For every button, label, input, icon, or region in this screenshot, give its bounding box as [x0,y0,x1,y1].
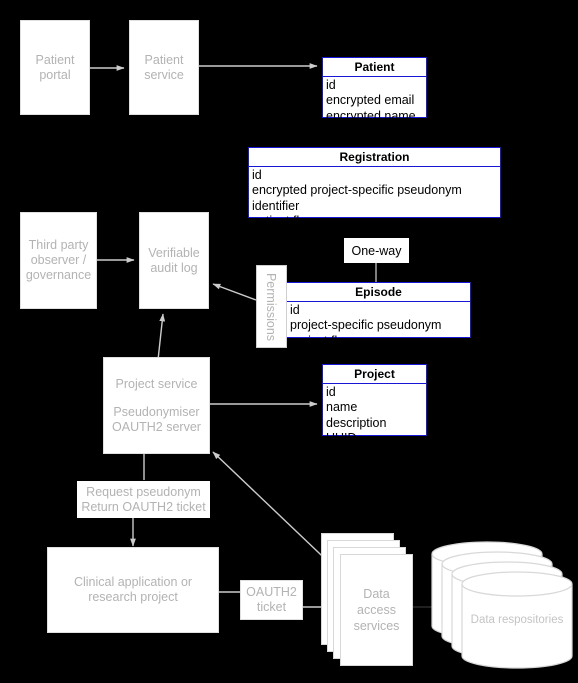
oauth2-ticket-line2: ticket [256,600,287,614]
entity-episode[interactable]: Episode id project-specific pseudonym pr… [286,282,471,348]
project-service-box[interactable]: Project service Pseudonymiser OAUTH2 ser… [103,357,210,454]
data-access-line2: access [357,603,396,617]
permissions-label: Permissions [256,265,287,348]
third-party-observer-box[interactable]: Third party observer / governance [20,212,97,309]
audit-log-line2: audit log [150,260,198,275]
patient-service-box[interactable]: Patient service [129,20,199,115]
data-access-line3: services [353,619,400,633]
entity-registration-title: Registration [249,148,500,167]
patient-service-line2: service [144,67,184,82]
arrow-projectservice-to-auditlog [157,313,166,361]
patient-service-line1: Patient [144,52,184,67]
entity-registration-attr-0: id [252,168,262,182]
one-way-label: One-way [344,238,409,263]
data-access-services-label: Data access services [354,586,400,634]
third-party-line2: observer / [30,253,87,267]
project-service-line2: Pseudonymiser [113,404,200,419]
clinical-application-box[interactable]: Clinical application or research project [47,547,219,633]
entity-registration-attr-3: patient fk [252,214,303,229]
entity-registration-attr-1: encrypted project-specific pseudonym [252,183,462,198]
request-pseudonym-line1: Request pseudonym [86,484,201,499]
entity-episode-attr-0: id [290,303,300,317]
patient-portal-line2: portal [39,67,71,82]
entity-patient-attr-2: encrypted name [326,108,416,123]
entity-patient-attributes: id encrypted email encrypted name [323,77,426,126]
entity-episode-attributes: id project-specific pseudonym project fk [287,302,470,351]
oauth2-ticket-line1: OAUTH2 [246,585,297,599]
clinical-app-line2: research project [88,590,178,604]
entity-project-attr-0: id [326,385,336,399]
permissions-text: Permissions [264,272,279,341]
entity-patient-attr-1: encrypted email [326,93,415,108]
arrow-permissions-to-auditlog [212,283,257,301]
patient-portal-line1: Patient [35,52,75,67]
request-pseudonym-box[interactable]: Request pseudonym Return OAUTH2 ticket [77,481,210,518]
audit-log-line1: Verifiable [148,245,200,260]
request-pseudonym-line2: Return OAUTH2 ticket [81,499,206,514]
entity-patient-attr-0: id [326,78,336,92]
clinical-app-line1: Clinical application or [73,575,193,589]
patient-portal-box[interactable]: Patient portal [20,20,90,115]
entity-patient-title: Patient [323,58,426,77]
entity-project-attributes: id name description UUID [323,384,426,449]
data-access-line1: Data [363,587,390,601]
project-service-line3: OAUTH2 server [112,419,201,434]
entity-project-attr-1: name [326,400,358,415]
entity-episode-attr-1: project-specific pseudonym [290,318,442,333]
entity-registration-attributes: id encrypted project-specific pseudonym … [249,167,500,232]
data-access-services-box[interactable]: Data access services [340,554,413,666]
entity-registration-attr-2: identifier [252,198,300,213]
oauth2-ticket-box[interactable]: OAUTH2 ticket [240,580,303,620]
third-party-line3: governance [25,268,92,282]
one-way-text: One-way [351,243,402,258]
entity-episode-attr-2: project fk [290,333,341,348]
entity-project[interactable]: Project id name description UUID [322,364,427,445]
entity-patient[interactable]: Patient id encrypted email encrypted nam… [322,57,427,123]
project-service-line1: Project service [115,376,198,391]
data-repositories-box[interactable]: Data respositories [461,571,573,669]
entity-project-title: Project [323,365,426,384]
data-repositories-label: Data respositories [470,614,564,626]
verifiable-audit-log-box[interactable]: Verifiable audit log [139,212,209,309]
entity-project-attr-2: description [326,415,387,430]
entity-registration[interactable]: Registration id encrypted project-specif… [248,147,501,228]
entity-episode-title: Episode [287,283,470,302]
diagram-canvas: Patient portal Patient service Third par… [0,0,578,683]
third-party-line1: Third party [28,238,89,252]
entity-project-attr-3: UUID [326,431,357,446]
